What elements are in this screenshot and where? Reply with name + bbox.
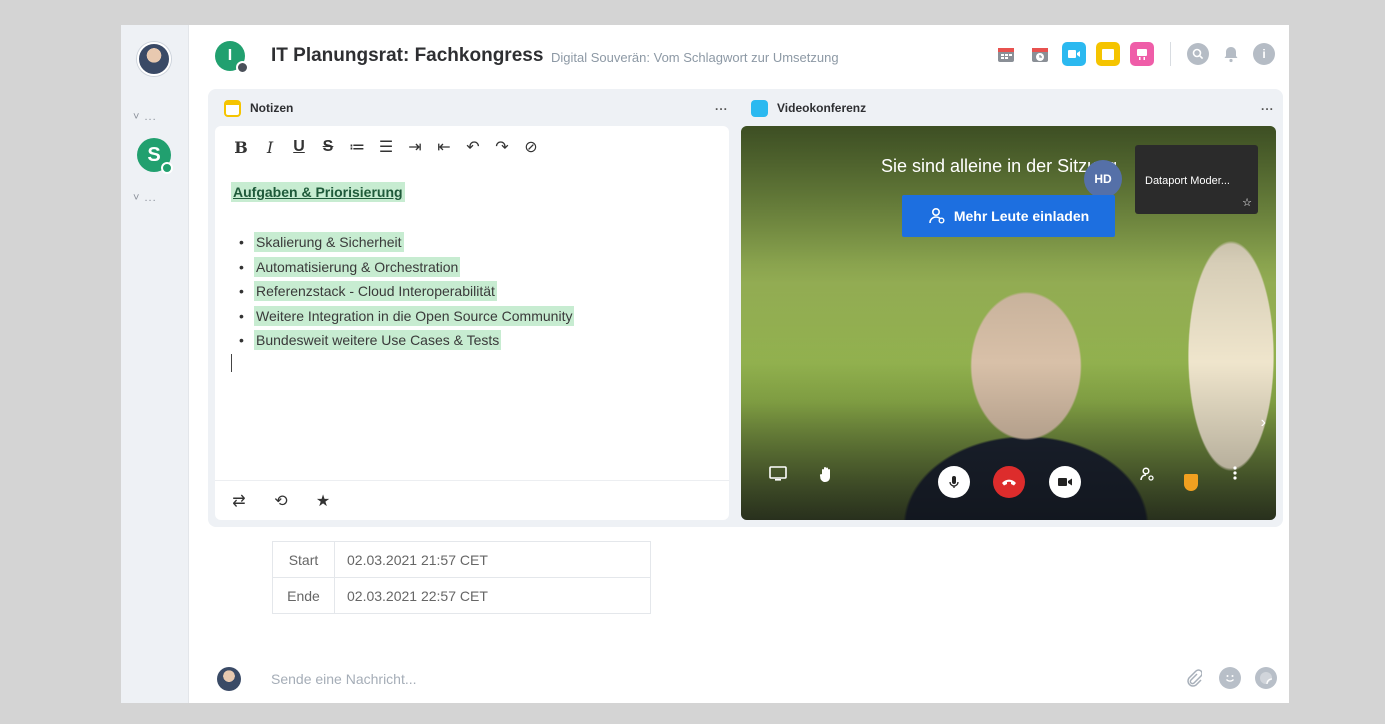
formatting-toolbar: B I U S ≔ ☰ ⇥ ⇤ ↶ ↷ ⊘	[229, 136, 548, 158]
invite-button[interactable]: Mehr Leute einladen	[902, 195, 1115, 237]
raise-hand-icon[interactable]	[819, 466, 835, 484]
sticker-icon[interactable]	[1255, 667, 1277, 689]
participants-icon[interactable]	[1139, 466, 1155, 482]
bullet-list-button[interactable]: ☰	[374, 136, 398, 158]
room-topic: Digital Souverän: Vom Schlagwort zur Ums…	[551, 50, 839, 65]
search-icon[interactable]	[1187, 43, 1209, 65]
alone-message: Sie sind alleine in der Sitzung	[881, 156, 1118, 176]
notes-footer: ⇄ ⟲ ★	[215, 480, 729, 520]
redo-button[interactable]: ↷	[490, 136, 514, 158]
end-label: Ende	[272, 577, 335, 614]
pin-star-icon[interactable]: ☆	[1242, 196, 1252, 209]
notes-icon	[224, 99, 241, 117]
invite-label: Mehr Leute einladen	[953, 208, 1090, 224]
notes-title: Notizen	[250, 101, 294, 115]
video-widget-icon[interactable]	[1062, 42, 1086, 66]
more-options-icon[interactable]	[1233, 466, 1237, 480]
message-input[interactable]: Sende eine Nachricht...	[271, 671, 417, 687]
participant-name: Dataport Moder...	[1145, 175, 1230, 187]
notes-editor: B I U S ≔ ☰ ⇥ ⇤ ↶ ↷ ⊘ Aufgaben & Prioris…	[215, 126, 729, 520]
room-avatar[interactable]: I	[215, 41, 249, 74]
composer-avatar	[217, 667, 241, 691]
note-heading[interactable]: Aufgaben & Priorisierung	[231, 182, 405, 202]
end-value: 02.03.2021 22:57 CET	[334, 577, 651, 614]
table-row: Start 02.03.2021 21:57 CET	[272, 541, 651, 578]
star-icon[interactable]: ★	[313, 491, 333, 511]
space-avatar[interactable]: S	[137, 138, 173, 174]
emoji-icon[interactable]	[1219, 667, 1241, 689]
camera-icon[interactable]	[1049, 466, 1081, 498]
start-value: 02.03.2021 21:57 CET	[334, 541, 651, 578]
participant-thumbnail[interactable]: Dataport Moder... ☆	[1135, 145, 1258, 214]
hd-badge: HD	[1084, 160, 1122, 198]
collapse-chevron[interactable]: ˅ ...	[133, 111, 157, 123]
bell-icon[interactable]	[1219, 42, 1243, 66]
security-shield-icon[interactable]	[1184, 474, 1198, 491]
strikethrough-button[interactable]: S	[316, 136, 340, 158]
screen-share-icon[interactable]	[769, 466, 787, 482]
composer-actions	[1183, 667, 1277, 689]
list-item[interactable]: Automatisierung & Orchestration	[239, 255, 574, 280]
header-toolbar: i	[994, 42, 1275, 66]
room-title[interactable]: IT Planungsrat: Fachkongress	[271, 45, 543, 67]
microphone-icon[interactable]	[938, 466, 970, 498]
hang-up-icon[interactable]	[993, 466, 1025, 498]
table-row: Ende 02.03.2021 22:57 CET	[272, 577, 651, 614]
attachment-icon[interactable]	[1183, 667, 1205, 689]
list-item[interactable]: Bundesweit weitere Use Cases & Tests	[239, 328, 574, 353]
collapse-chevron[interactable]: ˅ ...	[133, 192, 157, 204]
video-icon	[751, 99, 768, 117]
switch-icon[interactable]: ⇄	[229, 491, 249, 511]
outdent-button[interactable]: ⇤	[432, 136, 456, 158]
calendar-icon[interactable]	[994, 42, 1018, 66]
space-letter: S	[147, 143, 161, 166]
app-window: ˅ ... S ˅ ... I IT Planungsrat: Fachkong…	[121, 25, 1289, 703]
italic-button[interactable]: I	[258, 136, 282, 158]
note-list: Skalierung & Sicherheit Automatisierung …	[239, 230, 575, 353]
info-glyph: i	[1262, 47, 1266, 61]
video-widget-header: Videokonferenz	[751, 98, 866, 118]
widgets-panel: Notizen ... Videokonferenz ... B I U S ≔…	[208, 89, 1283, 527]
room-header: I IT Planungsrat: Fachkongress Digital S…	[189, 25, 1289, 89]
ordered-list-button[interactable]: ≔	[345, 136, 369, 158]
notes-widget-header: Notizen	[224, 98, 293, 118]
text-caret	[231, 354, 232, 372]
notes-widget-icon[interactable]	[1096, 42, 1120, 66]
room-letter: I	[227, 47, 233, 64]
add-user-icon	[929, 207, 945, 224]
list-item[interactable]: Weitere Integration in die Open Source C…	[239, 304, 575, 329]
underline-button[interactable]: U	[287, 136, 311, 158]
calendar-clock-icon[interactable]	[1028, 42, 1052, 66]
start-label: Start	[272, 541, 335, 578]
whiteboard-widget-icon[interactable]	[1130, 42, 1154, 66]
info-icon[interactable]: i	[1253, 43, 1275, 65]
video-conference: Sie sind alleine in der Sitzung HD Mehr …	[741, 126, 1276, 520]
message-composer: Sende eine Nachricht...	[189, 657, 1289, 703]
video-title: Videokonferenz	[777, 101, 867, 115]
video-menu-button[interactable]: ...	[1261, 99, 1274, 113]
user-avatar[interactable]	[137, 42, 171, 76]
toolbar-divider	[1170, 42, 1171, 66]
bold-button[interactable]: B	[229, 136, 253, 158]
hide-formatting-button[interactable]: ⊘	[519, 136, 543, 158]
chevron-right-icon[interactable]: ›	[1261, 414, 1266, 432]
online-status-dot	[161, 162, 173, 174]
notes-menu-button[interactable]: ...	[715, 99, 728, 113]
room-badge	[236, 61, 249, 74]
event-time-table: Start 02.03.2021 21:57 CET Ende 02.03.20…	[272, 541, 651, 614]
indent-button[interactable]: ⇥	[403, 136, 427, 158]
list-item[interactable]: Skalierung & Sicherheit	[239, 230, 574, 255]
history-icon[interactable]: ⟲	[271, 491, 291, 511]
space-rail: ˅ ... S ˅ ...	[121, 25, 189, 703]
list-item[interactable]: Referenzstack - Cloud Interoperabilität	[239, 279, 574, 304]
undo-button[interactable]: ↶	[461, 136, 485, 158]
